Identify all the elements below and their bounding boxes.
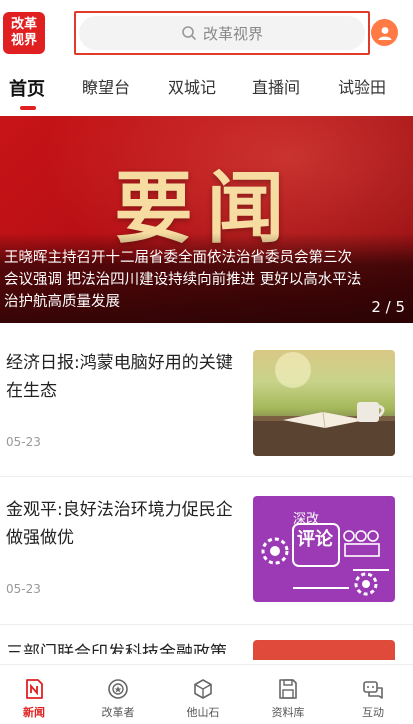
banner-pager: 2 / 5 bbox=[371, 298, 405, 316]
logo-line-2: 视界 bbox=[10, 33, 37, 48]
tab-zhibojian[interactable]: 直播间 bbox=[252, 74, 300, 98]
nav-news[interactable]: 新闻 bbox=[0, 677, 69, 720]
nav-interact-label: 互动 bbox=[362, 706, 384, 719]
nav-tashanshi-label: 他山石 bbox=[186, 706, 220, 719]
save-folder-icon bbox=[279, 679, 297, 699]
nav-reformer[interactable]: 改革者 bbox=[83, 677, 153, 720]
search-icon bbox=[182, 26, 196, 40]
active-tab-indicator bbox=[20, 106, 36, 110]
nav-interact[interactable]: 互动 bbox=[338, 677, 408, 720]
thumb-big-text: 评论 bbox=[297, 529, 333, 550]
person-icon bbox=[378, 26, 391, 40]
list-divider bbox=[0, 476, 413, 477]
headline-banner[interactable]: 要闻 王晓晖主持召开十二届省委全面依法治省委员会第三次会议强调 把法治四川建设持… bbox=[0, 116, 413, 323]
tab-shiyantian[interactable]: 试验田 bbox=[338, 74, 386, 98]
nav-reformer-label: 改革者 bbox=[101, 706, 135, 719]
badge-icon bbox=[108, 679, 128, 699]
nav-news-label: 新闻 bbox=[23, 706, 45, 719]
shengai-pinglun-graphic[interactable]: 深改 评论 bbox=[253, 496, 395, 602]
tab-liaowangtai[interactable]: 瞭望台 bbox=[82, 74, 130, 98]
book-teacup-photo[interactable] bbox=[253, 350, 395, 456]
article-item[interactable]: 金观平:良好法治环境力促民企做强做优 05-23 深改 评论 bbox=[0, 486, 413, 618]
article-date: 05-23 bbox=[6, 582, 41, 596]
user-avatar-icon[interactable] bbox=[371, 19, 398, 46]
nav-ziliaoku[interactable]: 资料库 bbox=[253, 677, 323, 720]
article-date: 05-23 bbox=[6, 435, 41, 449]
article-title[interactable]: 金观平:良好法治环境力促民企做强做优 bbox=[6, 496, 242, 552]
article-item[interactable]: 经济日报:鸿蒙电脑好用的关键在生态 05-23 bbox=[0, 339, 413, 471]
article-title-partial[interactable]: 三部门联合印发科技金融政策 bbox=[6, 640, 242, 654]
list-divider bbox=[0, 624, 413, 625]
book-teacup-illustration bbox=[253, 352, 395, 456]
banner-caption: 王晓晖主持召开十二届省委全面依法治省委员会第三次会议强调 把法治四川建设持续向前… bbox=[4, 250, 362, 310]
bottom-navigation: 新闻 改革者 他山石 资料库 互动 bbox=[0, 664, 413, 724]
app-logo[interactable]: 改革 视界 bbox=[3, 12, 45, 54]
thumb-small-text: 深改 bbox=[293, 512, 320, 527]
search-box-frame[interactable]: 改革视界 bbox=[74, 11, 370, 55]
nav-ziliaoku-label: 资料库 bbox=[271, 706, 305, 719]
search-placeholder: 改革视界 bbox=[202, 24, 263, 43]
channel-tabs: 首页 瞭望台 双城记 直播间 试验田 bbox=[0, 64, 413, 114]
app-header: 改革 视界 改革视界 bbox=[0, 0, 413, 64]
search-input[interactable]: 改革视界 bbox=[79, 16, 365, 50]
article-title[interactable]: 经济日报:鸿蒙电脑好用的关键在生态 bbox=[6, 349, 242, 405]
interact-icon bbox=[363, 681, 383, 699]
logo-line-1: 改革 bbox=[10, 17, 37, 32]
tab-home[interactable]: 首页 bbox=[9, 75, 45, 101]
nav-tashanshi[interactable]: 他山石 bbox=[168, 677, 238, 720]
red-news-graphic[interactable] bbox=[253, 640, 395, 660]
cube-icon bbox=[194, 679, 212, 699]
tab-shuangchengji[interactable]: 双城记 bbox=[168, 74, 216, 98]
news-icon bbox=[26, 679, 43, 699]
